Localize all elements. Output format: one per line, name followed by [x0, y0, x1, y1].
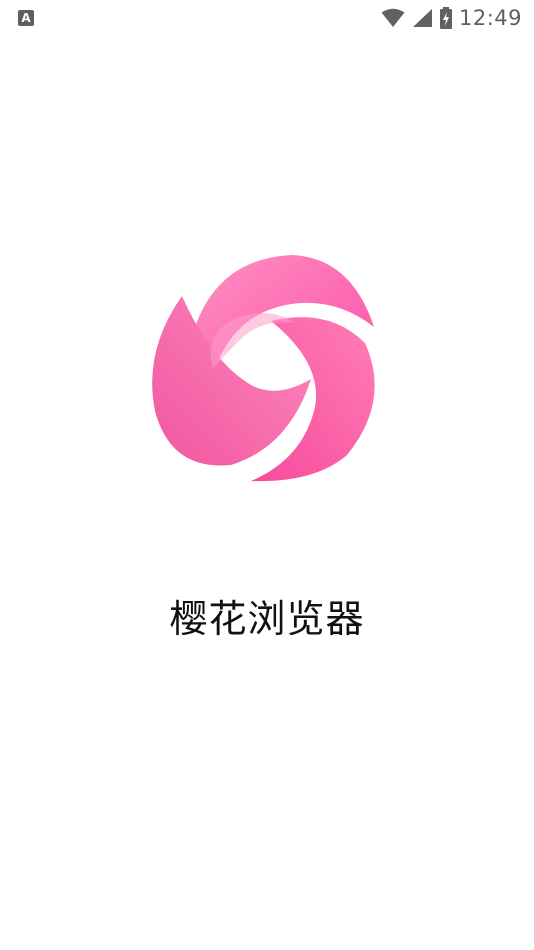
battery-charging-icon — [439, 7, 452, 29]
keyboard-a-icon: A — [18, 10, 34, 26]
status-icons: 12:49 — [381, 6, 522, 30]
status-time: 12:49 — [458, 6, 522, 30]
sakura-browser-logo-icon — [152, 255, 375, 482]
splash-screen: A 12:49 樱花浏览器 — [0, 0, 534, 950]
wifi-icon — [381, 8, 405, 27]
cellular-signal-icon — [412, 9, 432, 27]
status-bar: A 12:49 — [0, 0, 534, 36]
app-name: 樱花浏览器 — [169, 597, 365, 641]
